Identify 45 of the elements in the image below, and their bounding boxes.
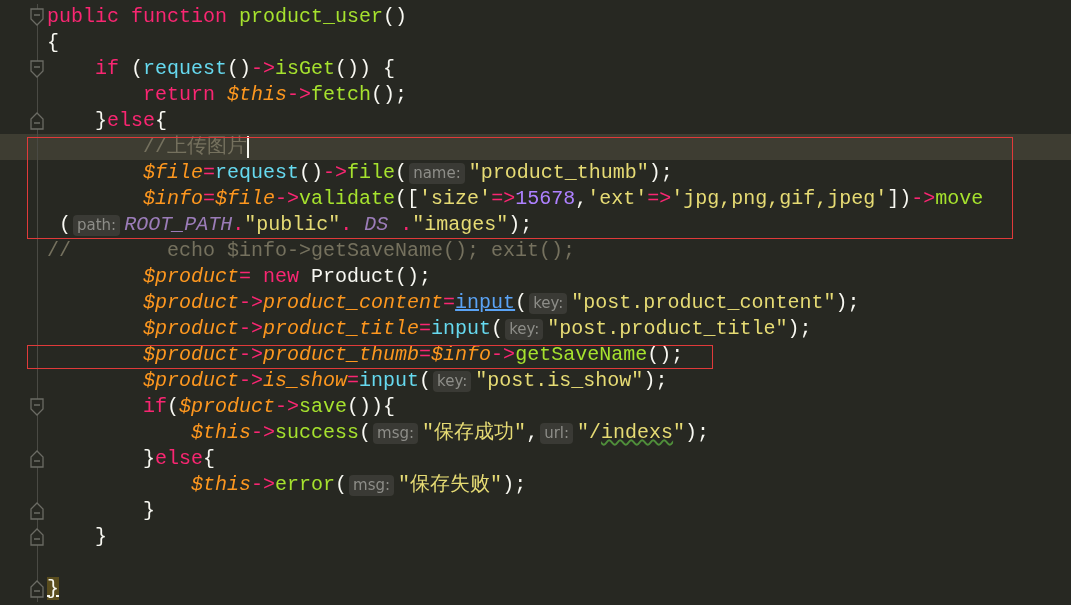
fold-marker-icon[interactable] — [30, 112, 44, 130]
fold-marker-icon[interactable] — [30, 450, 44, 468]
code-text: ROOT_PATH."public". DS ."images"); — [124, 213, 533, 237]
code-text: $product= new Product(); — [142, 265, 432, 289]
parameter-hint: msg: — [349, 474, 395, 496]
code-text: "post.product_title"); — [547, 317, 812, 341]
parameter-hint: key: — [505, 318, 544, 340]
code-text: $file=request()->file( — [142, 161, 408, 185]
fold-marker-icon[interactable] — [30, 580, 44, 598]
parameter-hint: path: — [73, 214, 121, 236]
code-text: $product->product_title=input( — [142, 317, 504, 341]
parameter-hint: name: — [409, 162, 465, 184]
code-text: "/indexs"); — [577, 421, 710, 445]
code-text: "保存成功", — [422, 421, 539, 445]
code-text: } — [47, 577, 59, 601]
code-text: if($product->save()){ — [142, 395, 396, 419]
code-text: if (request()->isGet()) { — [94, 57, 396, 81]
fold-marker-icon[interactable] — [30, 528, 44, 546]
code-text: "保存失败"); — [398, 473, 527, 497]
code-text: $this->success( — [190, 421, 372, 445]
code-text: "post.is_show"); — [475, 369, 668, 393]
parameter-hint: msg: — [373, 422, 419, 444]
parameter-hint: key: — [433, 370, 472, 392]
code-text: $this->error( — [190, 473, 348, 497]
code-text: $product->product_content=input( — [142, 291, 528, 315]
parameter-hint: url: — [540, 422, 574, 444]
fold-marker-icon[interactable] — [30, 502, 44, 520]
parameter-hint: key: — [529, 292, 568, 314]
code-text: ( — [58, 213, 71, 237]
code-text: $product->is_show=input( — [142, 369, 432, 393]
code-text: "product_thumb"); — [468, 161, 673, 185]
code-text: return $this->fetch(); — [142, 83, 408, 107]
code-text: } — [94, 525, 107, 549]
code-text: public function product_user() — [47, 5, 408, 29]
fold-marker-icon[interactable] — [30, 60, 44, 78]
code-text: }else{ — [94, 109, 168, 133]
code-text: } — [142, 499, 156, 523]
code-text: }else{ — [142, 447, 216, 471]
code-text: "post.product_content"); — [571, 291, 860, 315]
code-text: // echo $info->getSaveName(); exit(); — [47, 239, 576, 263]
code-text: $product->product_thumb=$info->getSaveName(); — [142, 343, 684, 367]
fold-marker-icon[interactable] — [30, 398, 44, 416]
code-text: $info=$file->validate(['size'=>15678,'ext'=>'jpg,png,gif,jpeg'])->move — [142, 187, 984, 211]
fold-marker-icon[interactable] — [30, 8, 44, 26]
code-text: { — [47, 31, 59, 55]
